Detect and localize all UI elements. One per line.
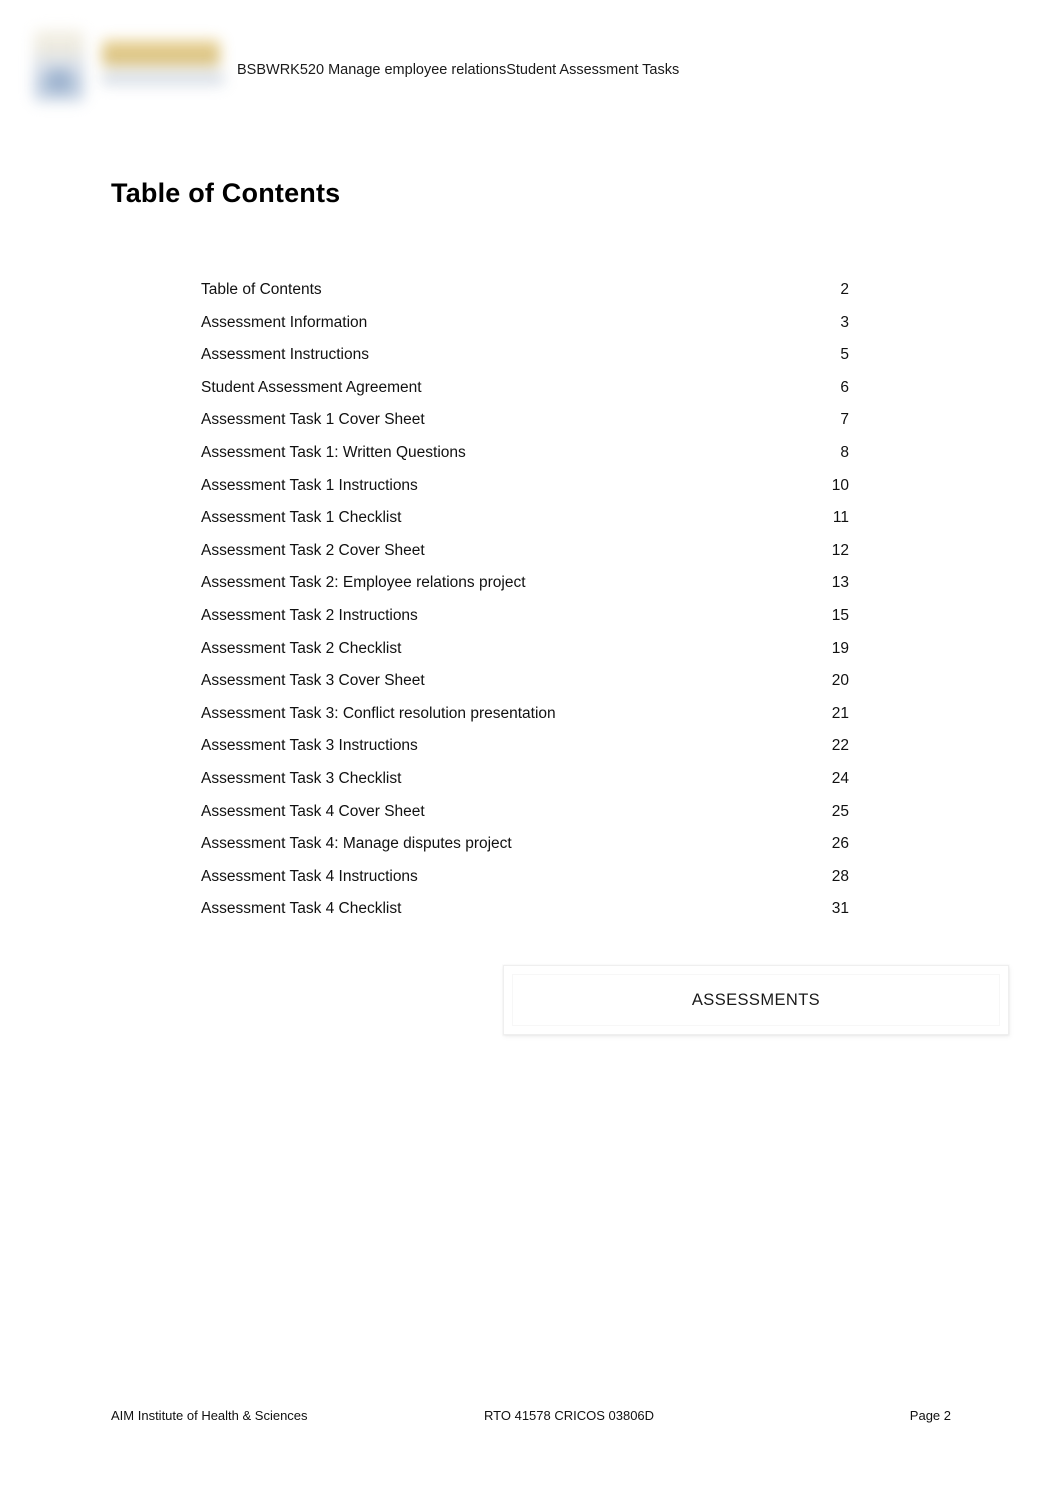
toc-entry-label: Assessment Instructions [201,346,369,364]
toc-entry[interactable]: Assessment Task 2 Instructions 15 [201,600,849,633]
toc-entry-label: Assessment Task 3 Instructions [201,737,418,755]
aim-institute-logo [22,14,230,120]
toc-entry-label: Assessment Task 2 Cover Sheet [201,541,425,559]
logo-subline [102,72,224,85]
assessments-box: ASSESSMENTS [503,965,1009,1035]
toc-entry[interactable]: Assessment Task 1: Written Questions 8 [201,437,849,470]
assessments-label: ASSESSMENTS [691,990,821,1009]
toc-entry-page: 3 [840,313,849,331]
toc-entry-label: Assessment Information [201,313,368,331]
toc-entry[interactable]: Student Assessment Agreement 6 [201,372,849,405]
toc-entry-page: 22 [831,737,849,755]
toc-entry-label: Assessment Task 1 Checklist [201,509,402,527]
toc-entry-label: Assessment Task 2: Employee relations pr… [201,574,526,592]
toc-entry[interactable]: Assessment Task 4 Instructions 28 [201,861,849,894]
toc-entry-page: 26 [831,835,849,853]
page-title: Table of Contents [111,178,341,208]
toc-entry-page: 31 [831,900,849,918]
toc-entry-page: 2 [840,281,849,298]
toc-entry-page: 5 [840,346,849,364]
toc-entry[interactable]: Table of Contents 2 [201,274,849,307]
toc-entry[interactable]: Assessment Task 3 Checklist 24 [201,763,849,796]
logo-mark-icon [34,30,84,102]
toc-entry[interactable]: Assessment Task 3: Conflict resolution p… [201,698,849,731]
toc-entry-label: Assessment Task 3 Cover Sheet [201,672,425,690]
toc-entry[interactable]: Assessment Task 4: Manage disputes proje… [201,828,849,861]
toc-entry-page: 13 [831,574,849,592]
toc-entry-page: 28 [831,867,849,885]
toc-entry-page: 24 [831,769,849,787]
toc-entry-label: Assessment Task 4 Cover Sheet [201,802,425,820]
footer-organization: AIM Institute of Health & Sciences [111,1408,308,1423]
logo-wordmark [102,40,220,66]
header-title: BSBWRK520 Manage employee relationsStude… [237,62,680,78]
page-footer: AIM Institute of Health & Sciences RTO 4… [111,1405,951,1427]
toc-entry[interactable]: Assessment Task 2: Employee relations pr… [201,567,849,600]
toc-entry-page: 19 [831,639,849,657]
toc-entry-page: 8 [840,443,849,461]
toc-entry[interactable]: Assessment Task 2 Checklist 19 [201,633,849,666]
toc-entry-label: Student Assessment Agreement [201,378,422,396]
toc-entry-page: 25 [831,802,849,820]
toc-entry-page: 20 [831,672,849,690]
footer-registration-codes: RTO 41578 CRICOS 03806D [484,1408,655,1423]
toc-entry-label: Table of Contents [201,281,322,298]
toc-entry-page: 12 [831,541,849,559]
toc-entry-page: 15 [831,606,849,624]
toc-entry-label: Assessment Task 2 Instructions [201,606,418,624]
toc-entry[interactable]: Assessment Information 3 [201,307,849,340]
toc-entry-label: Assessment Task 3 Checklist [201,769,402,787]
toc-entry-page: 10 [831,476,849,494]
toc-entry-page: 6 [840,378,849,396]
toc-entry-label: Assessment Task 4 Instructions [201,867,418,885]
toc-entry-label: Assessment Task 3: Conflict resolution p… [201,704,556,722]
toc-entry-page: 11 [832,509,849,527]
toc-entry-label: Assessment Task 4: Manage disputes proje… [201,835,512,853]
footer-page-number: Page 2 [909,1408,951,1423]
toc-entry-page: 21 [831,704,849,722]
toc-entry-label: Assessment Task 1: Written Questions [201,443,466,461]
table-of-contents: Table of Contents 2 Assessment Informati… [201,274,849,926]
assessments-box-inner: ASSESSMENTS [512,974,1000,1026]
toc-entry[interactable]: Assessment Task 1 Instructions 10 [201,470,849,503]
page-header: BSBWRK520 Manage employee relationsStude… [0,0,1062,124]
toc-entry[interactable]: Assessment Task 3 Instructions 22 [201,730,849,763]
toc-entry[interactable]: Assessment Task 3 Cover Sheet 20 [201,665,849,698]
toc-entry[interactable]: Assessment Task 1 Cover Sheet 7 [201,404,849,437]
toc-entry-label: Assessment Task 1 Cover Sheet [201,411,425,429]
toc-entry-label: Assessment Task 4 Checklist [201,900,402,918]
toc-entry[interactable]: Assessment Task 4 Checklist 31 [201,893,849,926]
toc-entry-page: 7 [840,411,849,429]
toc-entry[interactable]: Assessment Task 1 Checklist 11 [201,502,849,535]
toc-entry[interactable]: Assessment Task 2 Cover Sheet 12 [201,535,849,568]
toc-entry-label: Assessment Task 2 Checklist [201,639,402,657]
toc-entry-label: Assessment Task 1 Instructions [201,476,418,494]
toc-entry[interactable]: Assessment Task 4 Cover Sheet 25 [201,796,849,829]
toc-entry[interactable]: Assessment Instructions 5 [201,339,849,372]
